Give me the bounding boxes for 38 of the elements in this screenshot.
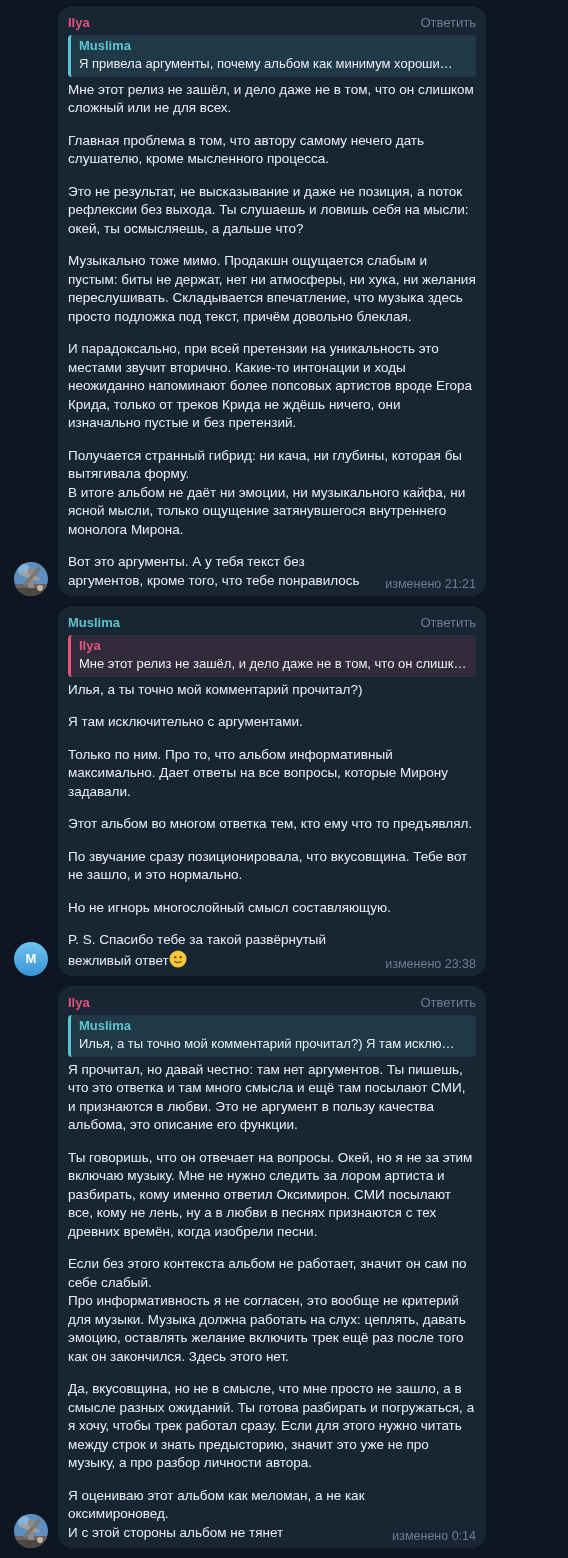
- quote-sender: Ilya: [79, 636, 102, 655]
- message-text: Я прочитал, но давай честно: там нет аргументов. Ты пишешь, что это ответка и там много смысла и ещё там посылают СМИ, и признаются в любви. Это не аргумент в пользу качества альбома, это описание его функции.: [68, 1060, 467, 1134]
- quote-text: Я привела аргументы, почему альбом как минимум хороши…: [79, 55, 454, 73]
- avatar: M: [14, 942, 48, 976]
- message-text: Я оцениваю этот альбом как меломан, а не как оксимироновед. И с этой стороны альбом не тянет: [68, 1486, 366, 1542]
- edited-time: изменено 23:38: [385, 956, 476, 971]
- edited-time: изменено 0:14: [392, 1528, 476, 1543]
- reply-quote[interactable]: Muslima Я привела аргументы, почему альбом как минимум хороши…: [68, 34, 476, 77]
- message-text: Но не игнорь многослойный смысл составляющую.: [68, 898, 392, 917]
- message-text: Только по ним. Про то, что альбом информативный максимально. Дает ответы на все вопросы, которые Мирону задавали.: [68, 745, 449, 801]
- message-text: Вот это аргументы. А у тебя текст без аргументов, кроме того, что тебе понравилось: [68, 553, 361, 590]
- reply-link[interactable]: Ответить: [420, 14, 476, 33]
- reply-link[interactable]: Ответить: [420, 994, 476, 1013]
- quote-sender: Muslima: [79, 36, 132, 55]
- message-text: Мне этот релиз не зашёл, и дело даже не в том, что он слишком сложный или не для всех.: [68, 80, 475, 117]
- message-text: Этот альбом во многом ответка тем, кто ему что то предъявлял.: [68, 815, 474, 833]
- edited-time: изменено 21:21: [385, 576, 476, 591]
- quote-text: Мне этот релиз не зашёл, и дело даже не в том, что он слишк…: [79, 655, 468, 673]
- message-text: Главная проблема в том, что автору самому нечего дать слушателю, кроме мысленного процесса.: [68, 131, 426, 168]
- message-text: Музыкально тоже мимо. Продакшн ощущается слабым и пустым: биты не держат, нет ни атмосферы, ни хука, ни желания переслушивать. Складывается впечатление, что музыка здесь просто подложка под текст, причём довольно блеклая.: [68, 252, 476, 326]
- sender-name: Muslima: [68, 614, 120, 632]
- reply-link[interactable]: Ответить: [420, 614, 476, 633]
- sender-name: Ilya: [68, 14, 90, 32]
- message-text: Илья, а ты точно мой комментарий прочитал?): [68, 680, 364, 699]
- message-text: Ты говоришь, что он отвечает на вопросы. Окей, но я не за этим включаю музыку. Мне не нужно следить за лором артиста и разбирать, кому именно ответил Оксимирон. СМИ посылают все, кому не лень, ну а в любви в песнях признаются с тех древних времён, когда изобрели песни.: [68, 1148, 474, 1241]
- message-text: Если без этого контекста альбом не работает, значит он сам по себе слабый. Про информативность я не согласен, это вообще не критерий для музыки. Музыка должна работать на слух: цеплять, давать эмоцию, оставлять желание включить трек ещё раз после того как он закончился. Здесь этого нет.: [68, 1255, 468, 1366]
- message-text: И парадоксально, при всей претензии на уникальность это местами звучит вторично. Какие-то интонации и ходы неожиданно напоминают более попсовых артистов вроде Егора Крида, только от треков Крида не ждёшь ничего, они изначально пустые и без претензий.: [68, 340, 474, 432]
- message-text: P. S. Спасибо тебе за такой развёрнутый вежливый ответ: [68, 932, 327, 968]
- message-text: По звучание сразу позиционировала, что вкусовщина. Тебе вот не зашло, и это нормально.: [68, 847, 469, 884]
- reply-quote[interactable]: Muslima Илья, а ты точно мой комментарий прочитал?) Я там исклю…: [68, 1014, 476, 1057]
- sender-name: Ilya: [68, 994, 90, 1012]
- message-text: Получается странный гибрид: ни кача, ни глубины, которая бы вытягивала форму. В итоге альбом не даёт ни эмоции, ни музыкального кайфа, ни ясной мысли, только ощущение затянувшегося внутреннего монолога Мирона.: [68, 446, 467, 539]
- message-text: Я там исключительно с аргументами.: [68, 713, 304, 731]
- reply-quote[interactable]: Ilya Мне этот релиз не зашёл, и дело даже не в том, что он слишк…: [68, 634, 476, 677]
- quote-text: Илья, а ты точно мой комментарий прочитал?) Я там исклю…: [79, 1035, 456, 1053]
- message-text: Да, вкусовщина, но не в смысле, что мне просто не зашло, а в смысле разных ожиданий. Ты готова разбирать и погружаться, а я хочу, чтобы трек работал сразу. Если для этого нужно читать между строк и знать предысторию, значит это уже не про музыку, а про разбор личности автора.: [68, 1380, 476, 1472]
- quote-sender: Muslima: [79, 1016, 132, 1035]
- message-text: Это не результат, не высказывание и даже не позиция, а поток рефлексии без выхода. Ты слушаешь и ловишь себя на мысли: окей, ты осмысляешь, а дальше что?: [68, 182, 470, 238]
